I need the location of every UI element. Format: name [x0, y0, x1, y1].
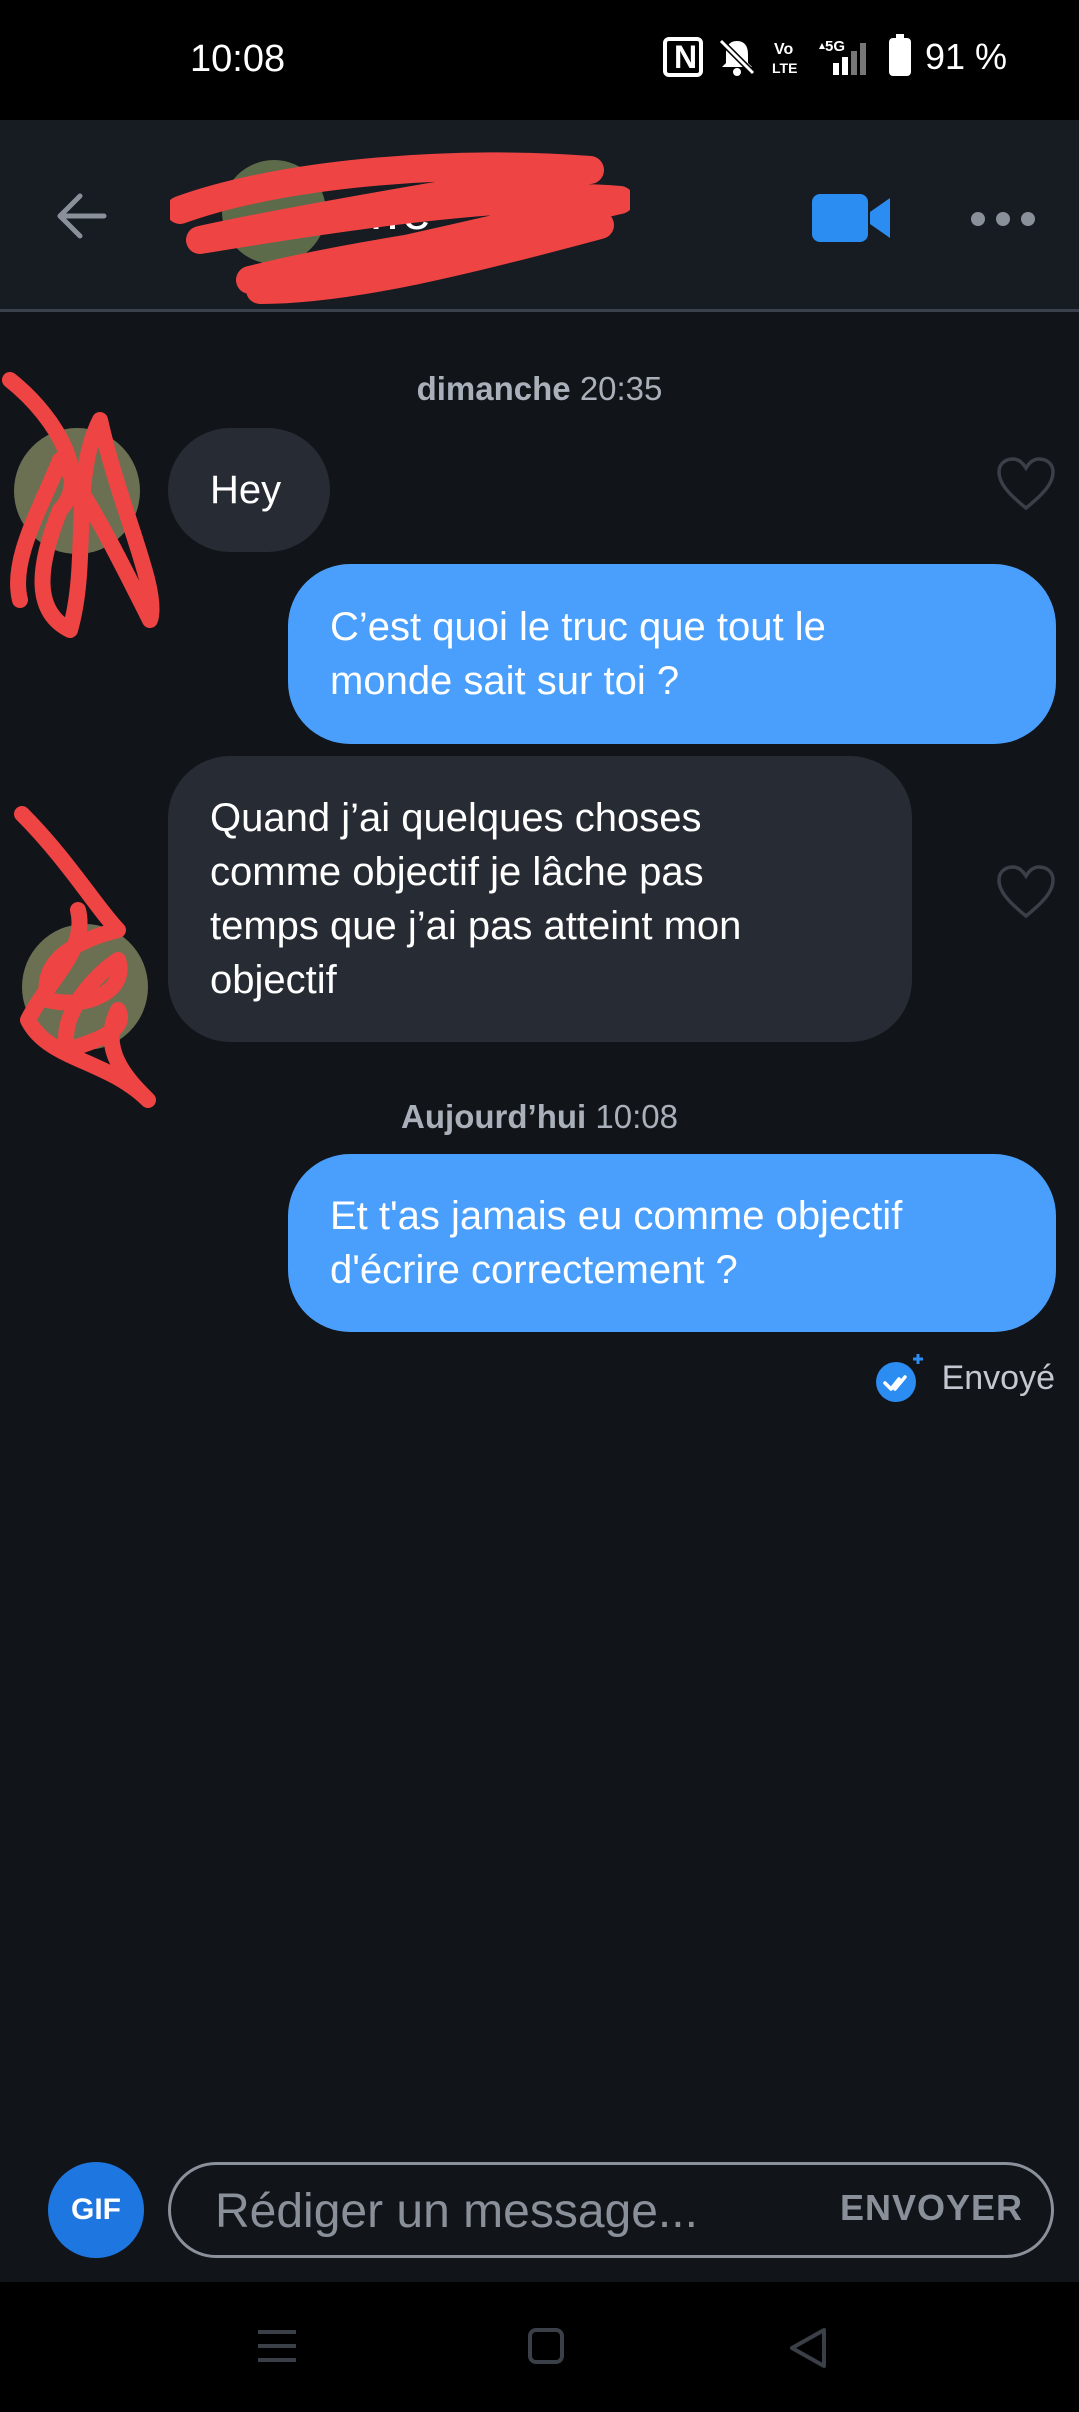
- timestamp-day: Aujourd’hui: [401, 1098, 587, 1135]
- back-arrow-icon[interactable]: [52, 186, 112, 246]
- nfc-icon: [662, 37, 703, 77]
- message-bubble-incoming[interactable]: Quand j’ai quelques choses comme objecti…: [168, 756, 912, 1042]
- message-line: Quand j’ai quelques choses: [210, 796, 702, 840]
- sent-label: Envoyé: [941, 1358, 1055, 1397]
- message-text: Quand j’ai quelques choses comme objecti…: [210, 791, 741, 1007]
- redaction-scribble: [170, 152, 630, 304]
- timestamp-time: 20:35: [579, 370, 663, 407]
- message-line: d'écrire correctement ?: [330, 1248, 738, 1292]
- message-text: C’est quoi le truc que tout le monde sai…: [330, 600, 826, 708]
- back-nav-icon[interactable]: [786, 2326, 830, 2370]
- sent-status: Envoyé: [874, 1352, 1055, 1404]
- message-text: Hey: [210, 468, 282, 512]
- status-time: 10:08: [190, 38, 286, 80]
- gif-button[interactable]: GIF: [48, 2162, 144, 2258]
- chat-screen: 10:08 Vo LTE 5G: [0, 0, 1079, 2412]
- signal-icon: 5G: [815, 37, 875, 77]
- message-line: comme objectif je lâche pas: [210, 850, 704, 894]
- status-icons: Vo LTE 5G 91 %: [662, 34, 1007, 78]
- network-type: 5G: [825, 38, 845, 55]
- send-button[interactable]: ENVOYER: [840, 2187, 1023, 2229]
- battery-icon: [888, 34, 911, 76]
- message-line: C’est quoi le truc que tout le: [330, 605, 826, 649]
- message-line: temps que j’ai pas atteint mon: [210, 904, 742, 948]
- message-input[interactable]: [215, 2175, 775, 2247]
- chat-header: …e: [0, 120, 1079, 312]
- message-line: objectif: [210, 958, 337, 1002]
- system-nav-bar: [0, 2282, 1079, 2412]
- redaction-scribble: [2, 372, 160, 638]
- message-text: Et t'as jamais eu comme objectif d'écrir…: [330, 1189, 902, 1297]
- message-bubble-incoming[interactable]: Hey: [168, 428, 330, 552]
- heart-like-icon[interactable]: [996, 864, 1056, 920]
- timestamp: Aujourd’hui 10:08: [0, 1098, 1079, 1136]
- timestamp-day: dimanche: [416, 370, 571, 407]
- status-bar: 10:08 Vo LTE 5G: [0, 0, 1079, 120]
- svg-text:Vo: Vo: [774, 41, 793, 58]
- message-bubble-outgoing[interactable]: C’est quoi le truc que tout le monde sai…: [288, 564, 1056, 744]
- volte-icon: Vo LTE: [771, 37, 801, 77]
- message-line: Et t'as jamais eu comme objectif: [330, 1194, 903, 1238]
- video-call-icon[interactable]: [810, 190, 894, 246]
- message-bubble-outgoing[interactable]: Et t'as jamais eu comme objectif d'écrir…: [288, 1154, 1056, 1332]
- more-options-icon[interactable]: [968, 206, 1038, 232]
- svg-text:LTE: LTE: [772, 60, 797, 76]
- redaction-scribble: [14, 806, 156, 1108]
- battery-percentage: 91 %: [924, 36, 1007, 77]
- heart-like-icon[interactable]: [996, 456, 1056, 512]
- message-composer: ENVOYER: [168, 2162, 1054, 2258]
- home-icon[interactable]: [526, 2326, 566, 2366]
- timestamp-time: 10:08: [595, 1098, 678, 1135]
- menu-icon[interactable]: [254, 2326, 300, 2366]
- bell-muted-icon: [717, 37, 757, 77]
- message-line: monde sait sur toi ?: [330, 659, 680, 703]
- sent-check-icon: [875, 1354, 923, 1402]
